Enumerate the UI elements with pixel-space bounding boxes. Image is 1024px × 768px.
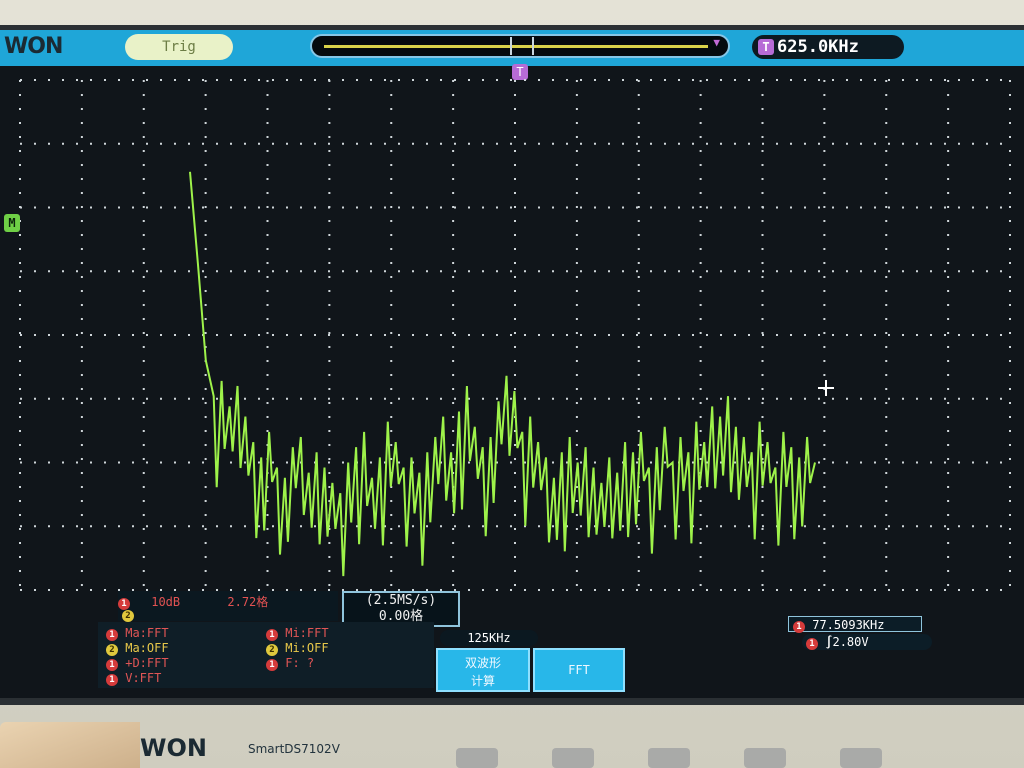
- button-label-line1: 双波形: [464, 656, 501, 670]
- softkey[interactable]: [648, 748, 690, 768]
- ch2-readout: 2: [122, 607, 134, 622]
- ch1-readout: 1 10dB 2.72格: [118, 593, 338, 610]
- fft-button[interactable]: FFT: [533, 648, 625, 692]
- dual-waveform-calc-button[interactable]: 双波形 计算: [436, 648, 530, 692]
- measurement-item: 2 Ma:OFF: [106, 641, 169, 656]
- trigger-icon: T: [758, 39, 774, 55]
- measurement-item: 1 F: ?: [266, 656, 314, 671]
- spectrum-plot: [19, 79, 1011, 591]
- measurement-item: 2 Mi:OFF: [266, 641, 329, 656]
- bezel-model: SmartDS7102V: [248, 742, 340, 756]
- measurement-item: 1 +D:FFT: [106, 656, 169, 671]
- bezel-brand: WON: [140, 734, 207, 762]
- trigger-frequency: T 625.0KHz: [752, 35, 904, 59]
- fft-trace: [189, 171, 816, 577]
- front-panel-keys: [456, 748, 886, 768]
- brand-logo: WON: [4, 34, 63, 59]
- trigger-level: 1 ∫2.80V: [802, 634, 932, 650]
- wooden-surface: [0, 722, 140, 768]
- graticule: [19, 79, 1011, 591]
- ch1-offset: 2.72格: [227, 595, 269, 609]
- ch2-icon: 2: [122, 610, 134, 622]
- trigger-pointer-icon: ▼: [713, 36, 720, 49]
- measurement-item: 1 V:FFT: [106, 671, 161, 686]
- ch1-icon: 1: [806, 638, 818, 650]
- trigger-level-value: 2.80V: [832, 635, 869, 649]
- softkey[interactable]: [744, 748, 786, 768]
- timebase-readout: 125KHz: [440, 630, 538, 646]
- measurement-panel: 1 Ma:FFT 2 Ma:OFF 1 +D:FFT 1 V:FFT 1 Mi:…: [98, 622, 434, 688]
- softkey[interactable]: [840, 748, 882, 768]
- ch1-scale: 10dB: [151, 595, 181, 609]
- view-window-bracket: [510, 37, 534, 55]
- trigger-status: Trig: [125, 34, 233, 60]
- channel-readout: 1 10dB 2.72格 2: [118, 591, 338, 622]
- frequency-readout: 77.5093KHz: [812, 618, 885, 632]
- measurement-item: 1 Ma:FFT: [106, 626, 169, 641]
- frequency-value: 625.0KHz: [777, 37, 859, 57]
- cursor-crosshair: [818, 380, 834, 396]
- sample-rate: (2.5MS/s): [365, 593, 437, 608]
- ch1-icon: 1: [793, 621, 805, 633]
- softkey[interactable]: [456, 748, 498, 768]
- button-label-line2: 计算: [470, 674, 495, 688]
- softkey[interactable]: [552, 748, 594, 768]
- measurement-item: 1 Mi:FFT: [266, 626, 329, 641]
- math-channel-marker[interactable]: M: [4, 214, 20, 232]
- measured-frequency: 1 77.5093KHz: [788, 616, 922, 633]
- memory-timeline[interactable]: ▼: [310, 34, 730, 58]
